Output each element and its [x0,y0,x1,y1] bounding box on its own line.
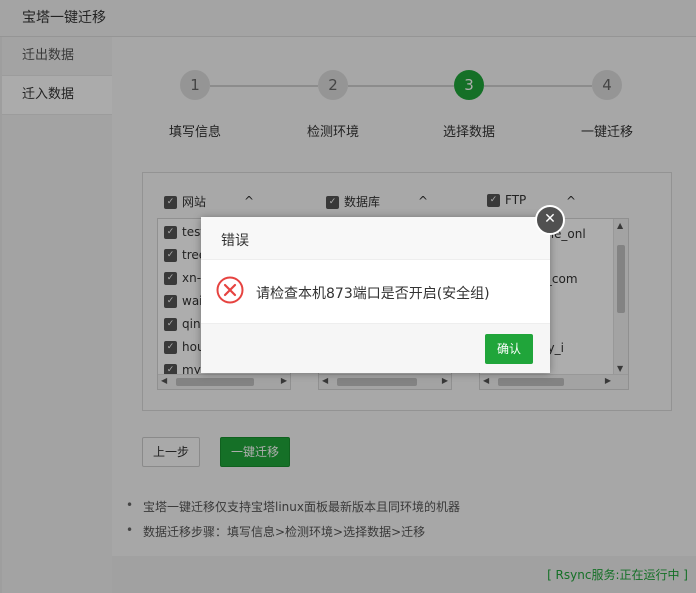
dialog-header: 错误 [201,217,550,260]
close-icon[interactable]: ✕ [535,205,565,235]
dialog-message: 请检查本机873端口是否开启(安全组) [256,286,490,302]
error-dialog: 错误 请检查本机873端口是否开启(安全组) 确认 [201,217,550,373]
confirm-button[interactable]: 确认 [485,334,533,364]
dialog-title: 错误 [221,233,249,249]
error-icon [216,276,244,304]
dialog-footer: 确认 [201,323,550,373]
